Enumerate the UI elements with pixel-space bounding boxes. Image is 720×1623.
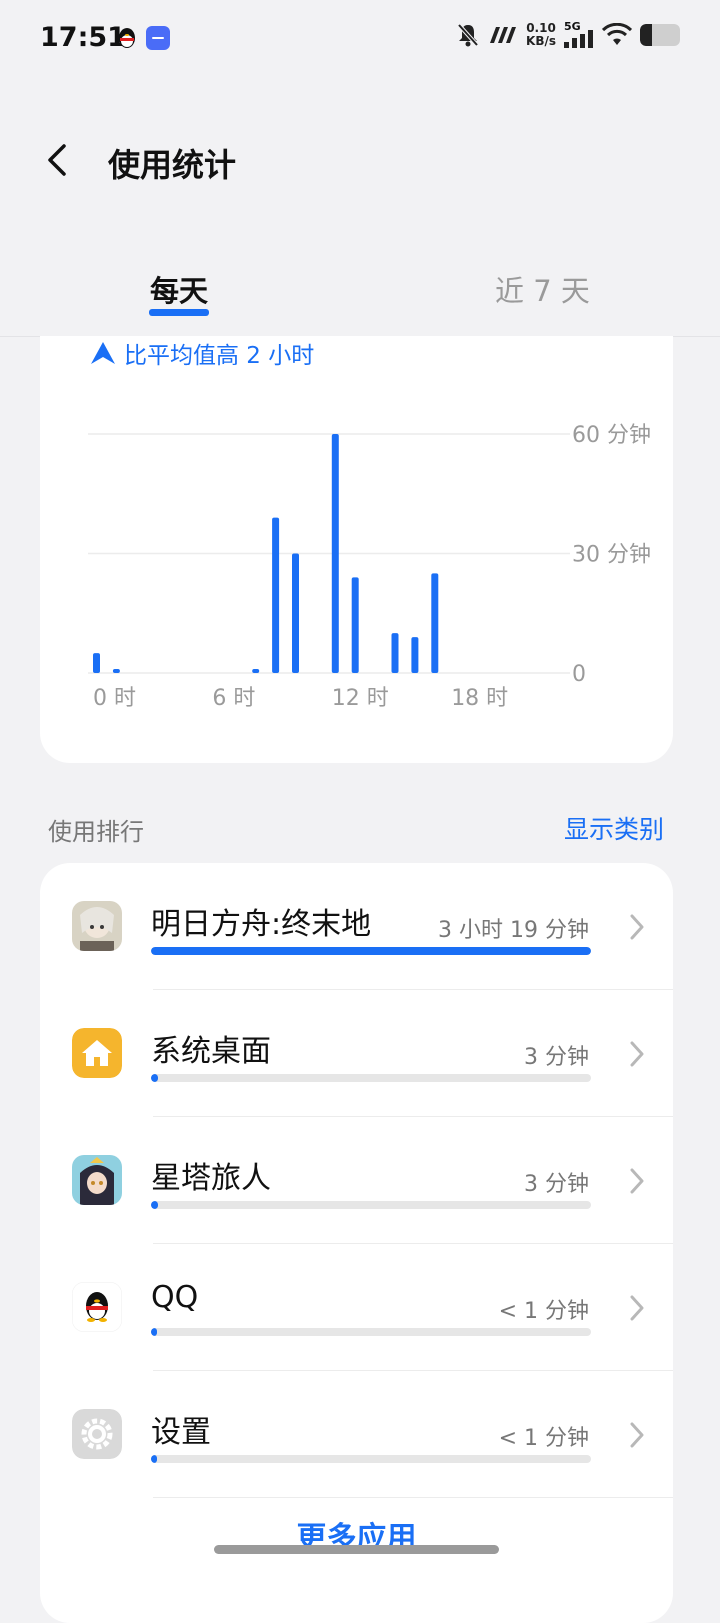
- app-name: QQ: [151, 1280, 199, 1315]
- usage-duration: 3 分钟: [524, 1045, 589, 1070]
- tab-daily[interactable]: 每天: [150, 268, 208, 310]
- app-usage-row[interactable]: 系统桌面 3 分钟: [40, 990, 673, 1117]
- show-category-button[interactable]: 显示类别: [564, 810, 664, 846]
- app-usage-row[interactable]: QQ < 1 分钟: [40, 1244, 673, 1371]
- usage-duration: < 1 分钟: [498, 1426, 589, 1451]
- signal-bars-icon: [564, 30, 593, 48]
- back-arrow-icon[interactable]: [38, 140, 78, 180]
- usage-duration: 3 分钟: [524, 1172, 589, 1197]
- bell-muted-icon: [457, 23, 479, 47]
- net-speed-unit: KB/s: [526, 34, 556, 48]
- app-ranking-list: 设置 < 1 分钟 QQ < 1 分钟 星塔旅人 3 分钟 系统桌面 3 分钟 明日方舟:终末地…: [40, 863, 673, 1623]
- usage-progress-track: [151, 1074, 591, 1082]
- vibrate-mode-icon: [490, 27, 517, 43]
- chart-bar: [331, 434, 339, 673]
- chevron-right-icon: [630, 1041, 644, 1067]
- row-divider: [153, 1243, 673, 1244]
- app-usage-row[interactable]: 星塔旅人 3 分钟: [40, 1117, 673, 1244]
- ranking-label: 使用排行: [48, 818, 144, 846]
- usage-duration: < 1 分钟: [498, 1299, 589, 1324]
- qq-penguin-icon: [72, 1282, 122, 1332]
- settings-gear-icon: [72, 1409, 122, 1459]
- x-tick-label: 0 时: [93, 686, 136, 711]
- chevron-right-icon: [630, 1168, 644, 1194]
- hourly-usage-chart: 60 分钟 30 分钟 0 0 时 6 时 12 时 18 时: [88, 423, 651, 711]
- chart-bar: [112, 669, 120, 673]
- wifi-icon: [602, 23, 632, 45]
- usage-progress-fill: [151, 947, 591, 955]
- chart-bar: [431, 573, 439, 673]
- chart-bar: [391, 633, 399, 673]
- y-tick-label: 0: [572, 662, 586, 687]
- app-usage-row[interactable]: 设置 < 1 分钟: [40, 1371, 673, 1498]
- row-divider: [153, 1116, 673, 1117]
- row-divider: [153, 1497, 673, 1498]
- home-indicator[interactable]: [214, 1545, 499, 1554]
- usage-chart-card: 比平均值高 2 小时 60 分钟 30 分钟 0 0 时6 时 12 时 18 时: [40, 336, 673, 763]
- period-tabs: 每天 近 7 天: [0, 250, 720, 337]
- star-tower-traveler-icon: [72, 1155, 122, 1205]
- x-tick-label: 18 时: [451, 686, 508, 711]
- battery-icon: [640, 24, 680, 46]
- battery-level: [640, 24, 652, 46]
- usage-duration: 3 小时 19 分钟: [438, 918, 589, 943]
- usage-progress-track: [151, 1455, 591, 1463]
- x-tick-label: 12 时: [332, 686, 389, 711]
- usage-progress-fill: [151, 1201, 158, 1209]
- page-title: 使用统计: [108, 146, 237, 184]
- app-name: 明日方舟:终末地: [151, 907, 372, 942]
- chevron-right-icon: [630, 1295, 644, 1321]
- arknights-endfield-icon: [72, 901, 122, 951]
- vivo-notification-icon: [146, 26, 170, 50]
- active-tab-indicator: [149, 309, 209, 316]
- chart-bar: [93, 653, 100, 673]
- usage-progress-fill: [151, 1074, 158, 1082]
- usage-progress-fill: [151, 1455, 157, 1463]
- chart-bar: [351, 577, 359, 673]
- app-name: 系统桌面: [151, 1034, 271, 1069]
- chevron-right-icon: [630, 914, 644, 940]
- chart-bar: [252, 669, 260, 673]
- usage-progress-track: [151, 1328, 591, 1336]
- chart-bar: [292, 553, 299, 673]
- y-tick-label: 30 分钟: [572, 543, 651, 568]
- usage-progress-track: [151, 1201, 591, 1209]
- app-usage-row[interactable]: 明日方舟:终末地 3 小时 19 分钟: [40, 863, 673, 990]
- app-name: 星塔旅人: [151, 1161, 271, 1196]
- x-tick-label: 6 时: [212, 686, 255, 711]
- row-divider: [153, 1370, 673, 1371]
- chevron-right-icon: [630, 1422, 644, 1448]
- status-bar: 17:51 0.10 KB/s 5G: [0, 0, 720, 80]
- usage-progress-fill: [151, 1328, 157, 1336]
- status-time: 17:51: [40, 22, 126, 53]
- chart-bar: [272, 517, 280, 673]
- net-speed: 0.10 KB/s: [526, 22, 556, 48]
- app-name: 设置: [151, 1415, 211, 1450]
- cellular-signal: 5G: [564, 20, 594, 48]
- chart-bar: [411, 637, 419, 673]
- home-launcher-icon: [72, 1028, 122, 1078]
- app-header: 使用统计: [0, 100, 720, 220]
- row-divider: [153, 989, 673, 990]
- qq-notification-icon: [119, 28, 135, 48]
- usage-progress-track: [151, 947, 591, 955]
- tab-last-7-days[interactable]: 近 7 天: [495, 268, 590, 310]
- y-tick-label: 60 分钟: [572, 423, 651, 448]
